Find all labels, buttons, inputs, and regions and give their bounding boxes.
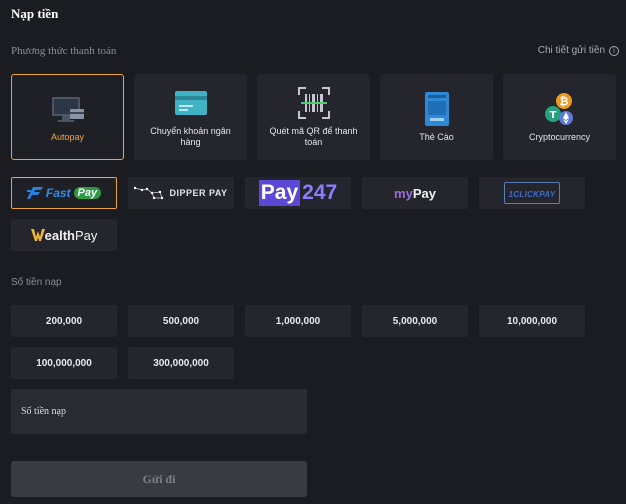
fastpay-text-2: Pay bbox=[73, 187, 102, 199]
provider-mypay[interactable]: my Pay bbox=[362, 177, 468, 209]
info-icon: i bbox=[609, 45, 619, 56]
fastpay-text-1: Fast bbox=[45, 186, 71, 200]
method-bank-transfer[interactable]: Chuyển khoản ngân hàng bbox=[134, 74, 247, 160]
wealthpay-text-1: ealth bbox=[44, 227, 75, 243]
pay247-logo: Pay 247 bbox=[258, 180, 338, 206]
wealthpay-logo: ealth Pay bbox=[30, 227, 98, 243]
mypay-text-2: Pay bbox=[412, 185, 436, 201]
method-scratch-card[interactable]: Thẻ Cào bbox=[380, 74, 493, 160]
pay247-text-1: Pay bbox=[258, 180, 301, 206]
qr-scan-icon bbox=[297, 86, 330, 120]
page-title: Nạp tiền bbox=[11, 6, 59, 21]
amount-option[interactable]: 100,000,000 bbox=[11, 347, 117, 379]
1clickpay-text: 1CLICKPAY bbox=[508, 190, 556, 199]
amount-label: Số tiền nạp bbox=[11, 277, 62, 288]
provider-wealthpay[interactable]: ealth Pay bbox=[11, 219, 117, 251]
fastpay-logo: Fast Pay bbox=[26, 186, 102, 200]
amount-option[interactable]: 300,000,000 bbox=[128, 347, 234, 379]
svg-text:T: T bbox=[549, 110, 556, 121]
amount-option[interactable]: 10,000,000 bbox=[479, 305, 585, 337]
dipperpay-text: DIPPER PAY bbox=[169, 188, 228, 198]
amount-input[interactable] bbox=[11, 389, 307, 434]
mypay-logo: my Pay bbox=[394, 186, 436, 201]
method-label: Quét mã QR để thanh toán bbox=[269, 126, 358, 147]
amount-option[interactable]: 1,000,000 bbox=[245, 305, 351, 337]
method-label: Chuyển khoản ngân hàng bbox=[150, 126, 231, 147]
dipperpay-logo: DIPPER PAY bbox=[134, 186, 227, 200]
provider-1clickpay[interactable]: 1CLICKPAY bbox=[479, 177, 585, 209]
provider-dipperpay[interactable]: DIPPER PAY bbox=[128, 177, 234, 209]
submit-button[interactable]: Gửi đi bbox=[11, 461, 307, 497]
wealthpay-text-2: Pay bbox=[74, 227, 98, 243]
provider-list: Fast Pay DIPPER PAY Pay 247 my Pay 1CLIC… bbox=[11, 177, 621, 251]
amount-options: 200,000 500,000 1,000,000 5,000,000 10,0… bbox=[11, 305, 611, 379]
payment-method-label: Phương thức thanh toán bbox=[11, 45, 117, 57]
provider-fastpay[interactable]: Fast Pay bbox=[11, 177, 117, 209]
deposit-details-label: Chi tiết gửi tiền bbox=[537, 45, 605, 56]
crypto-coins-icon: ₿ T bbox=[542, 92, 578, 126]
method-autopay[interactable]: Autopay bbox=[11, 74, 124, 160]
method-label: Thẻ Cào bbox=[419, 131, 454, 142]
deposit-details-link[interactable]: Chi tiết gửi tiền i bbox=[538, 45, 619, 56]
mypay-text-1: my bbox=[394, 185, 413, 201]
method-qr-scan[interactable]: Quét mã QR để thanh toán bbox=[257, 74, 370, 160]
method-label: Autopay bbox=[50, 131, 85, 142]
pay247-text-2: 247 bbox=[302, 181, 338, 204]
amount-option[interactable]: 5,000,000 bbox=[362, 305, 468, 337]
amount-option[interactable]: 200,000 bbox=[11, 305, 117, 337]
method-crypto[interactable]: ₿ T Cryptocurrency bbox=[503, 74, 616, 160]
svg-text:₿: ₿ bbox=[559, 95, 568, 108]
amount-option[interactable]: 500,000 bbox=[128, 305, 234, 337]
constellation-icon bbox=[134, 186, 164, 200]
provider-pay247[interactable]: Pay 247 bbox=[245, 177, 351, 209]
scratch-card-icon bbox=[424, 91, 449, 126]
monitor-card-icon bbox=[51, 92, 85, 126]
bank-card-icon bbox=[174, 86, 207, 120]
payment-methods: Autopay Chuyển khoản ngân hàng Quét mã Q… bbox=[11, 74, 616, 160]
method-label: Cryptocurrency bbox=[528, 131, 591, 142]
wealthpay-w-icon bbox=[30, 229, 45, 241]
1clickpay-logo: 1CLICKPAY bbox=[503, 182, 561, 204]
